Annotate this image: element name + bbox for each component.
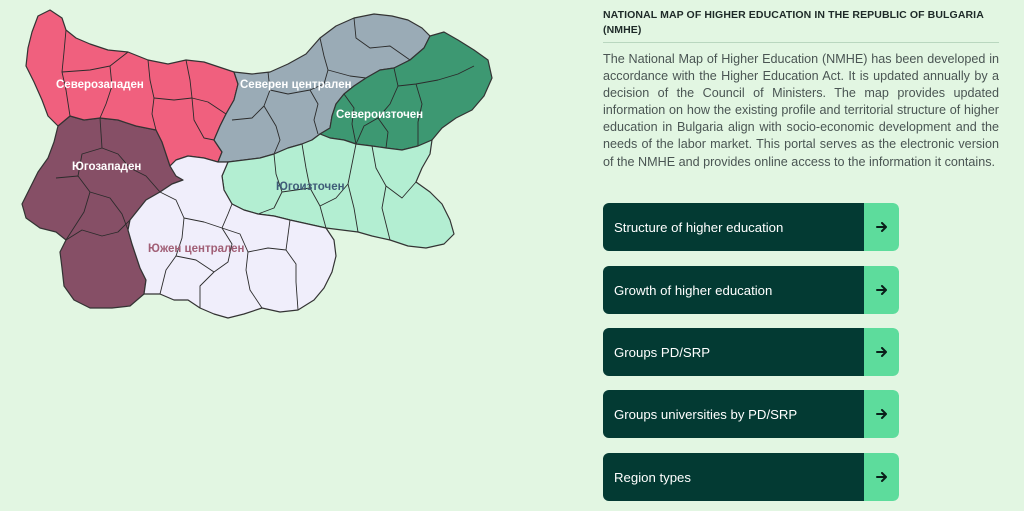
intro-text: The National Map of Higher Education (NM… [603,52,999,169]
groups-universities-button[interactable]: Groups universities by PD/SRP [603,390,899,438]
page-title: NATIONAL MAP OF HIGHER EDUCATION IN THE … [603,8,999,43]
arrow-right-icon [864,203,899,251]
button-label: Groups PD/SRP [603,328,864,376]
button-label: Growth of higher education [603,266,864,314]
arrow-right-icon [864,266,899,314]
arrow-right-icon [864,453,899,501]
button-label: Region types [603,453,864,501]
growth-button[interactable]: Growth of higher education [603,266,899,314]
arrow-right-icon [864,390,899,438]
button-label: Groups universities by PD/SRP [603,390,864,438]
structure-button[interactable]: Structure of higher education [603,203,899,251]
groups-pd-srp-button[interactable]: Groups PD/SRP [603,328,899,376]
button-label: Structure of higher education [603,203,864,251]
map-svg: Северозападен Северен централен Североиз… [21,9,493,319]
arrow-right-icon [864,328,899,376]
bulgaria-regions-map: Северозападен Северен централен Североиз… [18,8,498,320]
region-types-button[interactable]: Region types [603,453,899,501]
info-panel: NATIONAL MAP OF HIGHER EDUCATION IN THE … [603,8,999,171]
